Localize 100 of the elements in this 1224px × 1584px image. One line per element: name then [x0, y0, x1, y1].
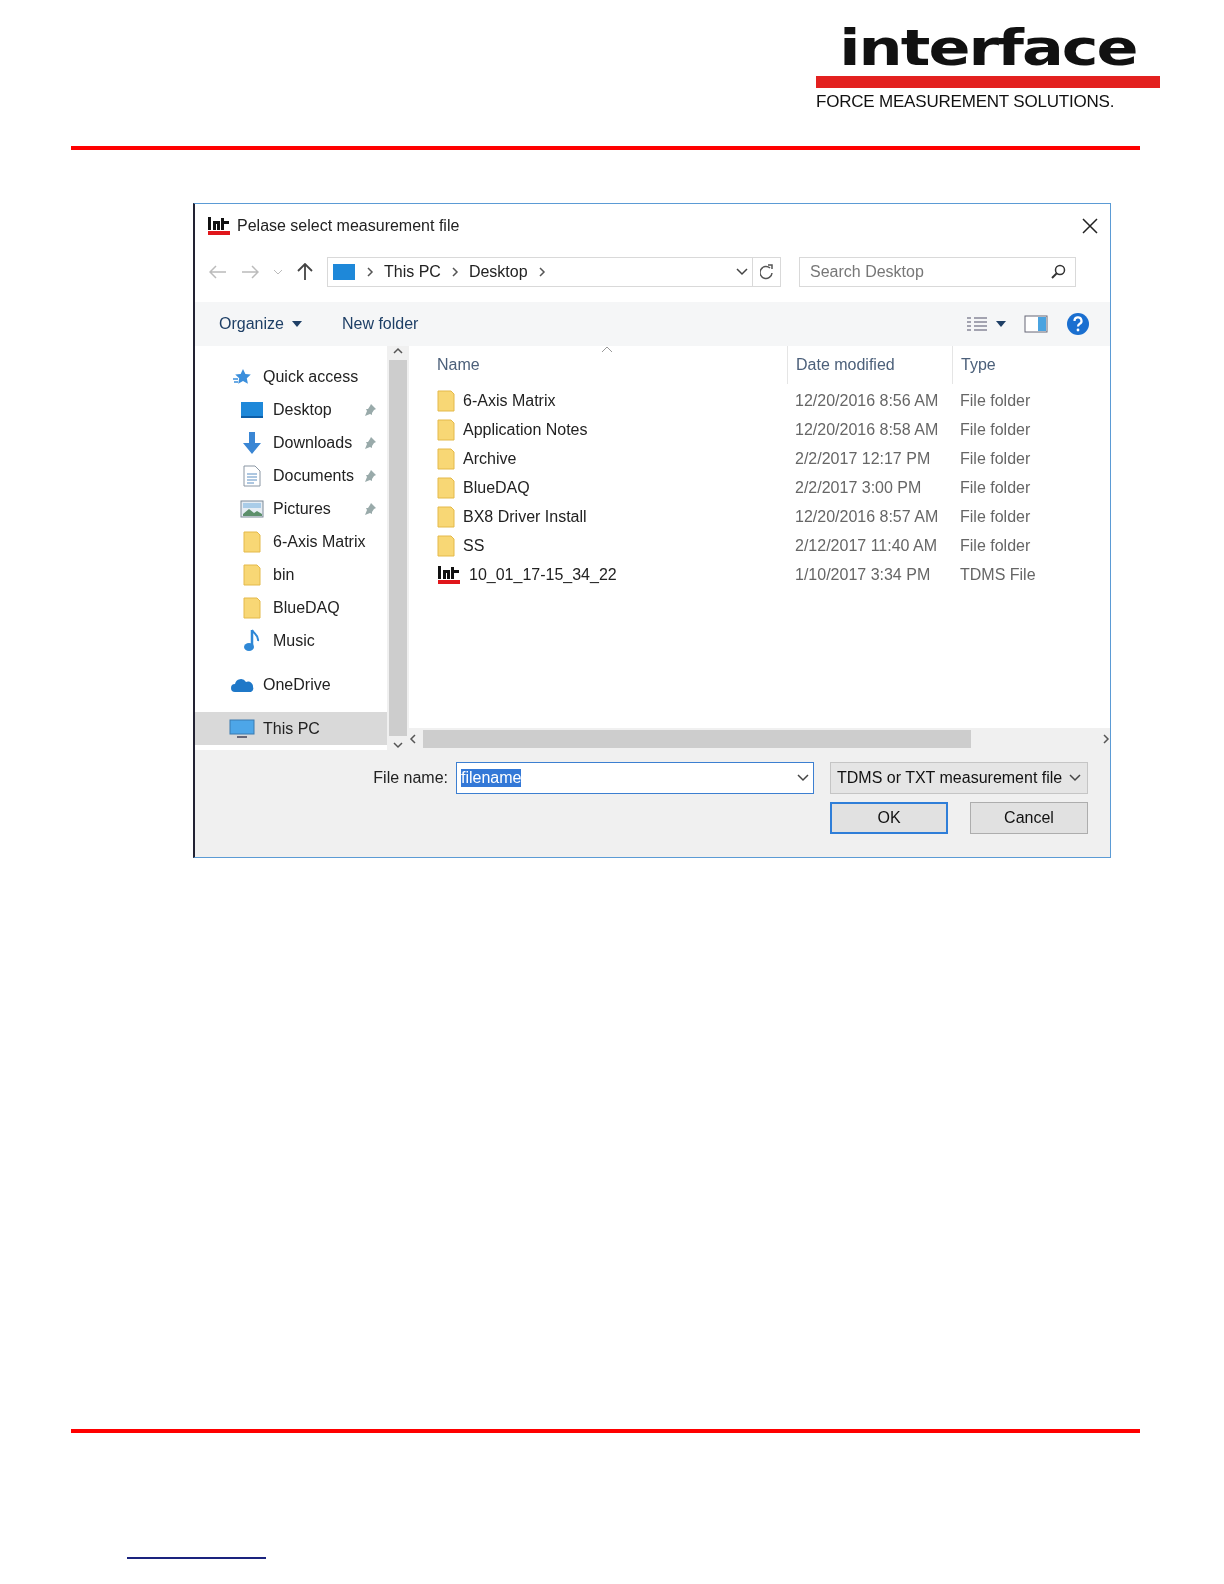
folder-icon	[243, 596, 261, 619]
chevron-right-icon	[537, 267, 546, 277]
file-type: File folder	[959, 536, 1031, 555]
sort-up-icon	[601, 346, 613, 353]
up-button[interactable]	[297, 263, 313, 281]
breadcrumb[interactable]: Desktop	[468, 263, 528, 281]
music-note-icon	[243, 628, 261, 653]
close-button[interactable]	[1082, 218, 1098, 234]
file-name: BX8 Driver Install	[463, 507, 587, 526]
folder-icon	[437, 476, 455, 499]
folder-icon	[437, 534, 455, 557]
picture-icon	[240, 499, 264, 518]
help-button[interactable]	[1066, 312, 1090, 336]
file-row[interactable]: 6-Axis Matrix 12/20/2016 8:56 AM File folder	[409, 386, 1110, 415]
file-row[interactable]: 10_01_17-15_34_22 1/10/2017 3:34 PM TDMS File	[409, 560, 1110, 589]
column-header[interactable]: Type	[952, 346, 1110, 384]
file-row[interactable]: BX8 Driver Install 12/20/2016 8:57 AM File folder	[409, 502, 1110, 531]
file-row[interactable]: SS 2/12/2017 11:40 AM File folder	[409, 531, 1110, 560]
file-type: File folder	[959, 391, 1031, 410]
folder-icon	[437, 505, 455, 528]
folder-icon	[437, 447, 455, 470]
date-modified: 12/20/2016 8:58 AM	[794, 420, 940, 439]
monitor-icon	[240, 400, 264, 419]
star-icon	[232, 367, 252, 386]
caret-icon	[291, 321, 302, 327]
help-icon	[1066, 312, 1090, 336]
file-name: 10_01_17-15_34_22	[469, 565, 617, 584]
cloud-icon	[230, 676, 254, 693]
preview-pane-icon	[1024, 315, 1048, 333]
vertical-scrollbar[interactable]	[387, 346, 409, 750]
organize-button[interactable]: Organize	[219, 315, 302, 333]
breadcrumb[interactable]: This PC	[384, 263, 441, 281]
company-logo: interface FORCE MEASUREMENT SOLUTIONS.	[816, 22, 1160, 146]
up-arrow-icon	[297, 263, 313, 281]
date-modified: 1/10/2017 3:34 PM	[794, 565, 932, 584]
scroll-down-icon	[393, 741, 403, 749]
preview-pane-button[interactable]	[1024, 315, 1048, 333]
nav-item[interactable]: This PC	[195, 712, 387, 745]
back-arrow-icon	[209, 265, 227, 279]
nav-item[interactable]: Documents	[195, 459, 387, 492]
nav-item[interactable]: OneDrive	[195, 668, 387, 701]
horizontal-scrollbar[interactable]	[409, 728, 1110, 750]
view-options-button[interactable]	[966, 316, 1006, 332]
nav-item[interactable]: Quick access	[195, 360, 387, 393]
forward-arrow-icon	[241, 265, 259, 279]
column-header[interactable]: Date modified	[787, 346, 952, 384]
folder-icon	[437, 418, 455, 441]
nav-item[interactable]: 6-Axis Matrix	[195, 525, 387, 558]
date-modified: 12/20/2016 8:57 AM	[794, 507, 940, 526]
pin-icon[interactable]	[363, 402, 377, 417]
search-icon	[1050, 264, 1066, 280]
pin-icon[interactable]	[363, 501, 377, 516]
pin-icon[interactable]	[363, 435, 377, 450]
file-name: SS	[463, 536, 485, 555]
back-button[interactable]	[209, 265, 227, 279]
close-icon	[1082, 218, 1098, 234]
date-modified: 2/2/2017 12:17 PM	[794, 449, 932, 468]
chevron-down-icon	[273, 269, 283, 275]
file-type: File folder	[959, 507, 1031, 526]
ok-button[interactable]: OK	[830, 802, 948, 834]
file-row[interactable]: Application Notes 12/20/2016 8:58 AM File folder	[409, 415, 1110, 444]
computer-icon	[229, 718, 255, 739]
file-row[interactable]: BlueDAQ 2/2/2017 3:00 PM File folder	[409, 473, 1110, 502]
file-name: BlueDAQ	[463, 478, 530, 497]
folder-icon	[243, 530, 261, 553]
forward-button[interactable]	[241, 265, 259, 279]
recent-locations-button[interactable]	[273, 269, 283, 275]
document-icon	[243, 464, 261, 487]
refresh-icon	[759, 264, 774, 280]
nav-item[interactable]: bin	[195, 558, 387, 591]
column-header[interactable]: Name	[409, 346, 787, 384]
date-modified: 2/2/2017 3:00 PM	[794, 478, 923, 497]
nav-item[interactable]: Music	[195, 624, 387, 657]
new-folder-button[interactable]: New folder	[341, 315, 419, 333]
search-field[interactable]: Search Desktop	[799, 257, 1076, 287]
file-type: File folder	[959, 478, 1031, 497]
chevron-right-icon	[450, 267, 459, 277]
date-modified: 2/12/2017 11:40 AM	[794, 536, 939, 555]
pin-icon[interactable]	[363, 468, 377, 483]
scroll-right-icon	[1102, 734, 1110, 744]
file-name: 6-Axis Matrix	[463, 391, 556, 410]
file-row[interactable]: Archive 2/2/2017 12:17 PM File folder	[409, 444, 1110, 473]
monitor-icon	[332, 263, 356, 281]
window-title: Pelase select measurement file	[237, 217, 461, 235]
refresh-button[interactable]	[753, 257, 781, 287]
file-name-field[interactable]: filename	[456, 762, 814, 794]
address-bar[interactable]: This PC Desktop	[327, 257, 753, 287]
file-type-dropdown[interactable]: TDMS or TXT measurement file	[830, 762, 1088, 794]
cancel-button[interactable]: Cancel	[970, 802, 1088, 834]
file-type: File folder	[959, 449, 1031, 468]
file-logo-icon	[437, 564, 461, 585]
file-name: Archive	[463, 449, 517, 468]
nav-item[interactable]: Pictures	[195, 492, 387, 525]
file-type: File folder	[959, 420, 1031, 439]
date-modified: 12/20/2016 8:56 AM	[794, 391, 940, 410]
folder-icon	[437, 389, 455, 412]
nav-item[interactable]: Desktop	[195, 393, 387, 426]
nav-item[interactable]: BlueDAQ	[195, 591, 387, 624]
nav-item[interactable]: Downloads	[195, 426, 387, 459]
down-arrow-icon	[241, 430, 263, 455]
